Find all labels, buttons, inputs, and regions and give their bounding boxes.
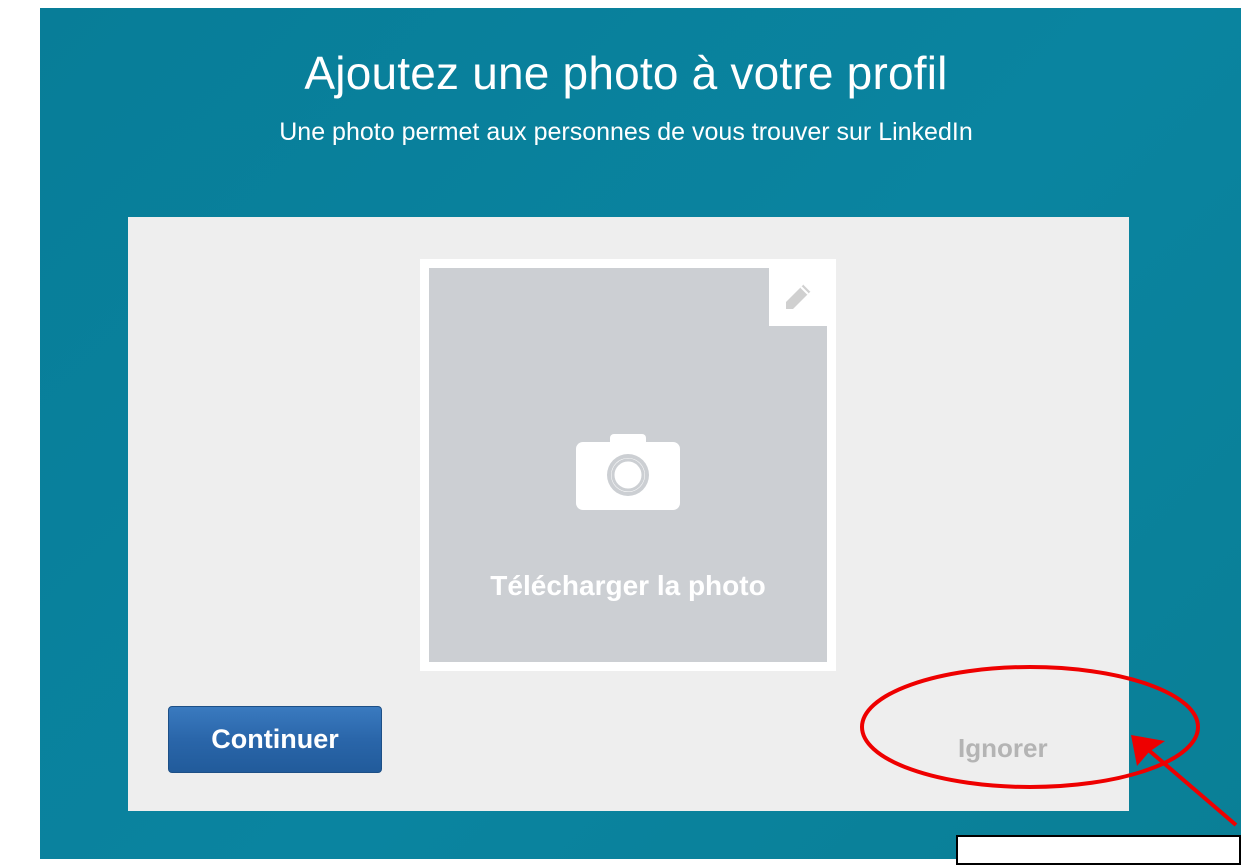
page-subtitle: Une photo permet aux personnes de vous t… xyxy=(279,118,973,146)
ignore-link[interactable]: Ignorer xyxy=(958,733,1048,764)
page-title: Ajoutez une photo à votre profil xyxy=(304,47,948,99)
pencil-icon xyxy=(786,283,812,309)
photo-card: Télécharger la photo Continuer Ignorer xyxy=(128,217,1129,811)
annotation-note-box xyxy=(956,835,1241,865)
screenshot-frame: Ajoutez une photo à votre profil Une pho… xyxy=(0,0,1241,865)
photo-upload-area[interactable]: Télécharger la photo xyxy=(429,268,827,662)
upload-photo-label: Télécharger la photo xyxy=(490,570,766,601)
continue-button[interactable]: Continuer xyxy=(168,706,382,773)
camera-icon xyxy=(576,434,680,510)
edit-photo-button[interactable] xyxy=(769,268,827,326)
photo-frame: Télécharger la photo xyxy=(420,259,836,671)
